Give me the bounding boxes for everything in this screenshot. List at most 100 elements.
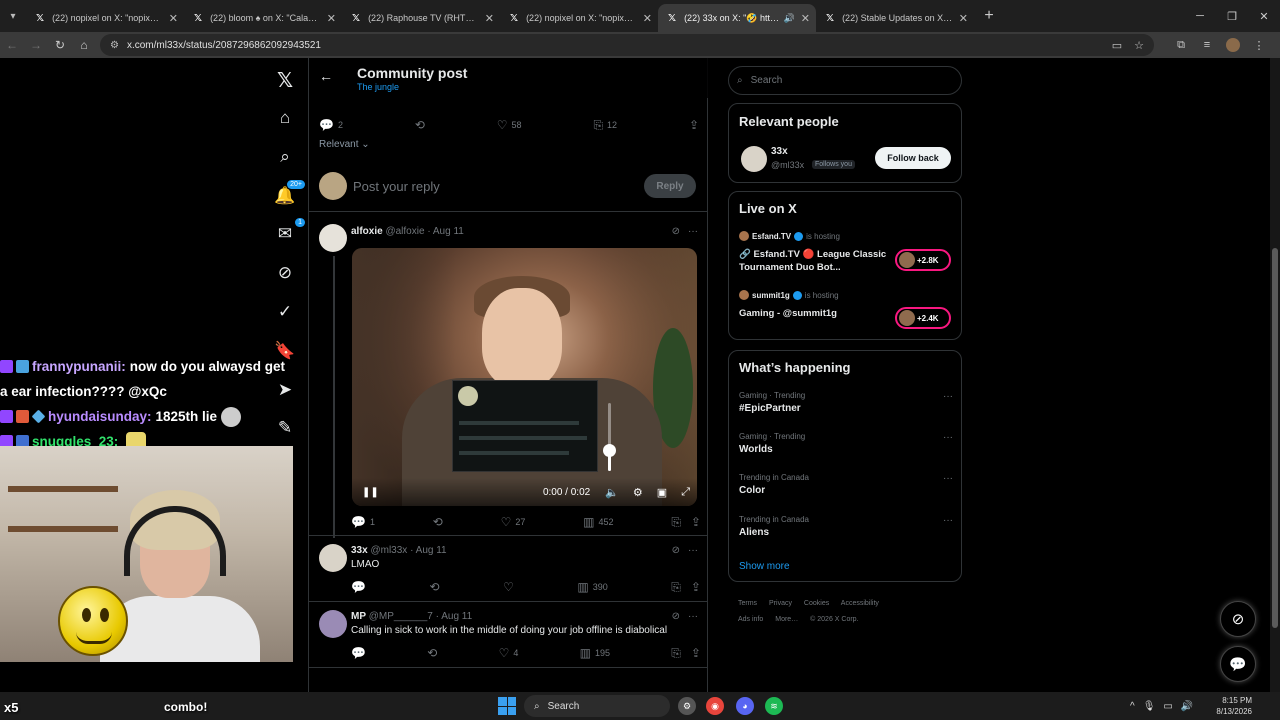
grok-icon[interactable]: ⊘ bbox=[672, 226, 680, 237]
new-tab-button[interactable]: + bbox=[974, 7, 1004, 25]
spotify-icon[interactable]: ≋ bbox=[765, 697, 783, 715]
author-handle[interactable]: @ml33x bbox=[370, 545, 407, 556]
trend-item[interactable]: Trending in Canada Aliens ··· bbox=[739, 515, 953, 538]
close-tab-icon[interactable]: ✕ bbox=[485, 12, 494, 25]
bookmark-button[interactable]: ⎘ bbox=[671, 580, 681, 595]
verified-orgs-icon[interactable]: ✓ bbox=[273, 300, 297, 324]
volume-icon[interactable]: 🔈 bbox=[605, 486, 619, 499]
like-button[interactable]: ♡ 27 bbox=[501, 515, 526, 529]
grok-icon[interactable]: ⊘ bbox=[672, 545, 680, 556]
avatar[interactable] bbox=[741, 146, 767, 172]
tweet-date[interactable]: Aug 11 bbox=[433, 226, 464, 237]
volume-knob[interactable] bbox=[603, 443, 616, 457]
reply-submit-button[interactable]: Reply bbox=[644, 174, 696, 198]
settings-gear-icon[interactable]: ⚙ bbox=[633, 486, 643, 499]
close-tab-icon[interactable]: ✕ bbox=[327, 12, 336, 25]
repost-button[interactable]: ⟲ bbox=[429, 580, 439, 594]
footer-link[interactable]: Privacy bbox=[769, 600, 792, 607]
close-tab-icon[interactable]: ✕ bbox=[643, 12, 652, 25]
footer-link[interactable]: More… bbox=[775, 616, 798, 623]
author-name[interactable]: 33x bbox=[351, 545, 368, 556]
author-name[interactable]: MP bbox=[351, 611, 366, 622]
avatar[interactable] bbox=[319, 610, 347, 638]
media-controls-icon[interactable]: ≡ bbox=[1194, 39, 1220, 51]
grok-floating-button[interactable]: ⊘ bbox=[1220, 601, 1256, 637]
more-icon[interactable]: ··· bbox=[943, 391, 953, 402]
reply-tweet[interactable]: MP @MP______7 · Aug 11 ⊘ ··· Calling in s… bbox=[309, 602, 708, 668]
live-host-row[interactable]: summit1g is hosting bbox=[739, 290, 839, 300]
address-bar[interactable]: ⚙ x.com/ml33x/status/2087296862092943521… bbox=[100, 34, 1154, 56]
video-player[interactable]: ❚❚ 0:00 / 0:02 🔈 ⚙ ▣ ⤢ bbox=[352, 248, 697, 506]
follow-back-button[interactable]: Follow back bbox=[875, 147, 951, 169]
views-button[interactable]: ▥ 195 bbox=[580, 646, 610, 660]
trend-item[interactable]: Trending in Canada Color ··· bbox=[739, 473, 953, 496]
close-tab-icon[interactable]: ✕ bbox=[959, 12, 968, 25]
back-arrow-icon[interactable]: ← bbox=[319, 68, 333, 84]
reply-button[interactable]: 💬 1 bbox=[351, 515, 375, 529]
share-button[interactable]: ⇪ bbox=[691, 580, 701, 594]
bookmark-button[interactable]: ⎘ 12 bbox=[593, 118, 617, 133]
home-icon[interactable]: ⌂ bbox=[72, 38, 96, 52]
views-button[interactable]: ▥ 390 bbox=[577, 580, 607, 594]
extensions-icon[interactable]: ⧉ bbox=[1168, 39, 1194, 52]
close-tab-icon[interactable]: ✕ bbox=[801, 12, 810, 25]
live-listeners-pill[interactable]: +2.4K bbox=[895, 307, 951, 329]
cast-icon[interactable]: ▭ bbox=[1112, 39, 1122, 52]
footer-link[interactable]: Ads info bbox=[738, 616, 763, 623]
reply-button[interactable]: 💬 bbox=[351, 646, 366, 660]
bookmark-button[interactable]: ⎘ bbox=[671, 515, 681, 530]
live-stream-title[interactable]: 🔗 Esfand.TV 🔴 League Classic Tournament … bbox=[739, 248, 889, 274]
microphone-icon[interactable]: 🎙 bbox=[1143, 701, 1156, 712]
close-tab-icon[interactable]: ✕ bbox=[169, 12, 178, 25]
live-stream-title[interactable]: Gaming - @summit1g bbox=[739, 307, 889, 320]
notifications-icon[interactable]: 🔔 20+ bbox=[273, 180, 305, 208]
community-link[interactable]: The jungle bbox=[357, 82, 399, 92]
live-host-row[interactable]: Esfand.TV is hosting bbox=[739, 231, 840, 241]
author-name[interactable]: alfoxie bbox=[351, 226, 383, 237]
page-scrollbar[interactable] bbox=[1270, 58, 1280, 692]
tab-search-icon[interactable]: ▾ bbox=[0, 0, 26, 32]
reply-button[interactable]: 💬 bbox=[351, 580, 366, 594]
like-button[interactable]: ♡ 4 bbox=[499, 646, 519, 660]
like-button[interactable]: ♡ bbox=[503, 580, 514, 594]
pip-icon[interactable]: ▣ bbox=[657, 486, 667, 499]
speaker-icon[interactable]: 🔊 bbox=[784, 13, 795, 24]
repost-button[interactable]: ⟲ bbox=[433, 515, 443, 529]
trend-item[interactable]: Gaming · Trending Worlds ··· bbox=[739, 432, 953, 455]
reply-input[interactable]: Post your reply bbox=[353, 179, 440, 194]
back-icon[interactable]: ← bbox=[0, 38, 24, 52]
discord-icon[interactable]: ◕ bbox=[736, 697, 754, 715]
chrome-icon[interactable]: ◉ bbox=[706, 697, 724, 715]
browser-tab-active[interactable]: 𝕏 (22) 33x on X: "🤣 https://t 🔊 ✕ bbox=[658, 4, 816, 32]
fullscreen-icon[interactable]: ⤢ bbox=[681, 486, 690, 499]
bookmark-star-icon[interactable]: ☆ bbox=[1134, 39, 1144, 52]
more-icon[interactable]: ··· bbox=[688, 611, 698, 622]
more-icon[interactable]: ··· bbox=[943, 432, 953, 443]
avatar[interactable] bbox=[319, 224, 347, 252]
browser-tab[interactable]: 𝕏 (22) nopixel on X: "nopixel V str ✕ bbox=[500, 4, 658, 32]
tweet-date[interactable]: Aug 11 bbox=[441, 611, 472, 622]
avatar[interactable] bbox=[319, 544, 347, 572]
person-name[interactable]: 33x bbox=[771, 146, 788, 157]
x-logo-icon[interactable]: 𝕏 bbox=[273, 68, 297, 92]
author-handle[interactable]: @MP______7 bbox=[369, 611, 433, 622]
taskbar-clock[interactable]: 8:15 PM 8/13/2026 bbox=[1210, 695, 1252, 717]
reply-tweet[interactable]: 33x @ml33x · Aug 11 ⊘ ··· LMAO 💬 ⟲ ♡ ▥ 390… bbox=[309, 536, 708, 602]
repost-button[interactable]: ⟲ bbox=[427, 646, 437, 660]
site-info-icon[interactable]: ⚙ bbox=[110, 40, 119, 51]
bookmark-button[interactable]: ⎘ bbox=[671, 646, 681, 661]
like-button[interactable]: ♡ 58 bbox=[497, 118, 522, 132]
close-window-icon[interactable]: ✕ bbox=[1248, 10, 1280, 23]
person-handle[interactable]: @ml33x bbox=[771, 160, 804, 170]
messages-floating-button[interactable]: 💬 bbox=[1220, 646, 1256, 682]
explore-search-icon[interactable]: ⌕ bbox=[273, 145, 297, 169]
grok-icon[interactable]: ⊘ bbox=[672, 611, 680, 622]
share-button[interactable]: ⇪ bbox=[691, 515, 701, 529]
browser-tab[interactable]: 𝕏 (22) bloom ♠ on X: "Calamity c ✕ bbox=[184, 4, 342, 32]
app-icon[interactable]: ⚙ bbox=[678, 697, 696, 715]
messages-icon[interactable]: ✉ 1 bbox=[273, 218, 305, 246]
windows-start-icon[interactable] bbox=[498, 697, 516, 715]
footer-link[interactable]: Accessibility bbox=[841, 600, 879, 607]
repost-button[interactable]: ⟲ bbox=[415, 118, 425, 132]
taskbar-search[interactable]: ⌕ Search bbox=[524, 695, 670, 717]
